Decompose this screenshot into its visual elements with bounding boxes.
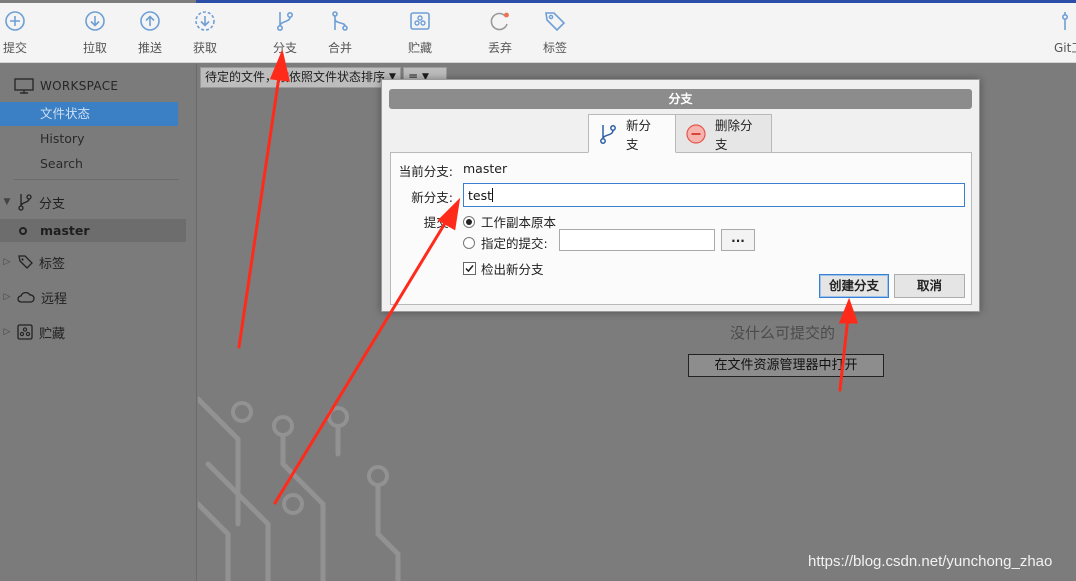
workspace-title: WORKSPACE [40,79,119,93]
radio-selected-icon [463,215,475,228]
stash-toolbar-button[interactable]: 贮藏 [397,9,443,56]
push-toolbar-button[interactable]: 推送 [127,9,173,56]
sort-dropdown[interactable]: 待定的文件，按依照文件状态排序 ▼ [200,67,401,88]
chevron-right-icon: ▷ [3,292,11,302]
sidebar-item-file-status[interactable]: 文件状态 [0,102,178,126]
sort-dropdown-value: 待定的文件，按依照文件状态排序 [205,70,386,84]
git-flow-icon [1062,12,1069,30]
branch-dialog: 分支 新分支 删除分支 当前分支: master 新分支: test 提交: 工… [381,79,980,312]
discard-icon [490,12,509,31]
tag-icon [545,12,566,32]
pull-label: 拉取 [82,41,107,55]
working-copy-radio[interactable]: 工作副本原本 [463,212,556,231]
radio-unselected-icon [463,236,475,249]
fetch-toolbar-button[interactable]: 获取 [182,9,228,56]
cloud-icon [17,291,35,303]
toolbar: 提交 拉取 推送 获取 分支 合并 贮藏 丢弃 标签 Git工 [0,3,1076,63]
tab-new-branch-label: 新分支 [626,117,652,152]
specific-commit-input[interactable] [559,229,715,251]
tag-toolbar-button[interactable]: 标签 [532,9,578,56]
chevron-right-icon: ▷ [3,327,11,337]
tab-new-branch[interactable]: 新分支 [588,114,676,153]
push-label: 推送 [137,41,162,55]
text-caret [492,188,494,202]
stash-icon [410,12,430,30]
commit-label: 提交 [2,41,27,55]
specific-commit-radio-label: 指定的提交: [481,236,548,251]
branch-group-icon [18,194,32,211]
new-branch-icon [600,124,616,144]
nothing-to-commit-text: 没什么可提交的 [730,324,836,342]
chevron-right-icon: ▷ [3,257,11,267]
dialog-title: 分支 [389,89,972,109]
git-flow-label: Git工 [1054,41,1076,55]
sidebar-branch-master[interactable]: master [0,219,186,242]
new-branch-input-value: test [468,188,493,203]
pull-toolbar-button[interactable]: 拉取 [72,9,118,56]
current-branch-value: master [463,161,508,176]
remotes-group-label: 远程 [41,291,68,307]
tag-group-icon [18,255,33,269]
checkbox-checked-icon [463,262,476,275]
checkout-new-branch-checkbox[interactable]: 检出新分支 [463,259,544,278]
commit-toolbar-button[interactable]: 提交 [0,9,38,56]
arrow-up-circle-icon [140,11,160,31]
tab-delete-branch-label: 删除分支 [715,117,753,152]
watermark-text: https://blog.csdn.net/yunchong_zhao [808,553,1053,570]
branch-label: 分支 [272,41,297,55]
tags-group-label: 标签 [39,256,66,272]
workspace-header: WORKSPACE [14,76,118,96]
branches-group-label: 分支 [39,196,66,212]
stashes-group-label: 贮藏 [39,326,66,342]
working-copy-radio-label: 工作副本原本 [481,215,557,230]
branch-name: master [40,223,90,238]
sidebar-group-branches[interactable]: ▼ 分支 [0,191,65,213]
arrow-down-circle-icon [85,11,105,31]
discard-label: 丢弃 [487,41,512,55]
git-flow-toolbar-button[interactable]: Git工 [1050,9,1076,56]
stash-label: 贮藏 [407,41,432,55]
commit-source-label: 提交: [423,215,453,230]
discard-toolbar-button[interactable]: 丢弃 [477,9,523,56]
sidebar-item-history[interactable]: History [0,127,178,151]
sidebar-group-remotes[interactable]: ▷ 远程 [0,286,67,308]
monitor-icon [14,78,34,94]
sidebar-group-stashes[interactable]: ▷ 贮藏 [0,321,65,343]
new-branch-input[interactable]: test [463,183,965,207]
merge-icon [332,11,348,31]
current-branch-label: 当前分支: [398,164,453,179]
cancel-button[interactable]: 取消 [894,274,965,298]
branch-icon [277,11,294,31]
merge-label: 合并 [327,41,352,55]
chevron-down-icon: ▼ [3,197,11,207]
open-in-explorer-button[interactable]: 在文件资源管理器中打开 [688,354,884,377]
new-branch-label: 新分支: [411,190,453,205]
checkout-new-branch-label: 检出新分支 [481,262,544,277]
delete-minus-icon [686,123,706,144]
sidebar-group-tags[interactable]: ▷ 标签 [0,251,65,273]
browse-commit-button[interactable]: ... [721,229,755,251]
create-branch-button[interactable]: 创建分支 [819,274,889,298]
circuit-background-graphic [198,396,401,581]
current-branch-dot-icon [19,226,27,235]
stash-group-icon [17,324,33,340]
new-branch-panel: 当前分支: master 新分支: test 提交: 工作副本原本 指定的提交:… [390,152,972,305]
specific-commit-radio[interactable]: 指定的提交: [463,233,548,252]
tab-delete-branch[interactable]: 删除分支 [675,114,772,153]
sidebar: WORKSPACE 文件状态 History Search ▼ 分支 maste… [0,64,197,581]
tag-label: 标签 [542,41,567,55]
fetch-label: 获取 [192,41,217,55]
merge-toolbar-button[interactable]: 合并 [317,9,363,56]
sidebar-divider [14,179,179,180]
sidebar-item-search[interactable]: Search [0,152,178,176]
dashed-arrow-down-circle-icon [195,11,215,31]
branch-toolbar-button[interactable]: 分支 [262,9,308,56]
plus-circle-icon [5,11,25,31]
